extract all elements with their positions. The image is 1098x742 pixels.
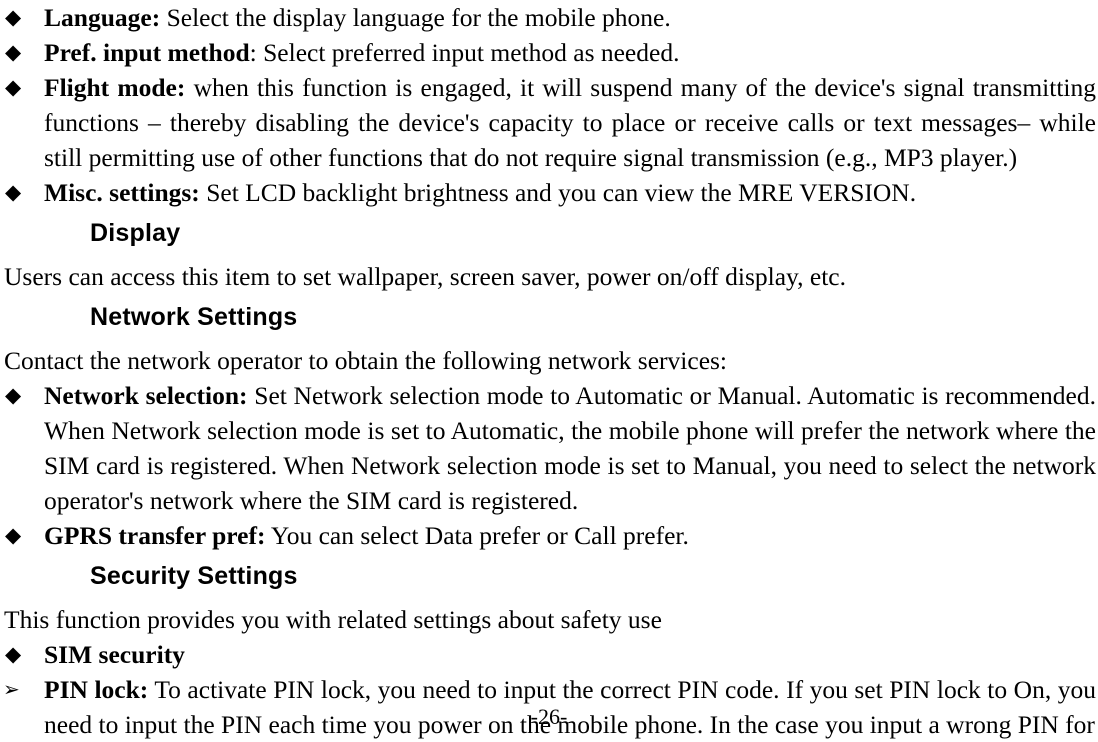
bullet-description: : Select preferred input method as neede… <box>249 38 680 67</box>
page-number-footer: -26- <box>530 704 568 729</box>
diamond-bullet-icon: ◆ <box>5 180 22 204</box>
section-heading: Network Settings <box>90 303 298 331</box>
bullet-term: Pref. input method <box>44 38 250 67</box>
bullet-item: ◆ SIM security <box>2 637 1096 672</box>
bullet-term: Network selection: <box>44 381 248 410</box>
bullet-item: ◆ Pref. input method: Select preferred in… <box>2 35 1096 70</box>
arrow-bullet-icon: ➢ <box>3 677 20 701</box>
diamond-bullet-icon: ◆ <box>5 642 22 666</box>
diamond-bullet-icon: ◆ <box>5 40 22 64</box>
diamond-bullet-icon: ◆ <box>5 75 22 99</box>
bullet-term: Misc. settings: <box>44 178 200 207</box>
bullet-description: Set LCD backlight brightness and you can… <box>199 178 917 207</box>
bullet-description: You can select Data prefer or Call prefe… <box>265 521 689 550</box>
bullet-item: ◆ Flight mode: when this function is enga… <box>2 70 1096 175</box>
bullet-item: ◆ Network selection: Set Network selectio… <box>2 378 1096 518</box>
section-heading: Display <box>90 219 181 247</box>
bullet-item: ◆ GPRS transfer pref: You can select Data… <box>2 518 1096 553</box>
bullet-term: Flight mode: <box>44 73 186 102</box>
section-heading: Security Settings <box>90 562 298 590</box>
bullet-item: ◆ Language: Select the display language f… <box>2 0 1096 35</box>
bullet-description: Select the display language for the mobi… <box>160 3 671 32</box>
bullet-term: GPRS transfer pref: <box>44 521 266 550</box>
page-content: ◆ Language: Select the display language f… <box>2 0 1096 742</box>
diamond-bullet-icon: ◆ <box>5 523 22 547</box>
document-page: ◆ Language: Select the display language f… <box>0 0 1098 739</box>
body-paragraph: Users can access this item to set wallpa… <box>4 262 846 291</box>
bullet-term: SIM security <box>44 640 185 669</box>
diamond-bullet-icon: ◆ <box>5 5 22 29</box>
bullet-term: Language: <box>44 3 161 32</box>
bullet-term: PIN lock: <box>44 675 149 704</box>
body-paragraph: Contact the network operator to obtain t… <box>4 346 728 375</box>
body-paragraph: This function provides you with related … <box>4 605 662 634</box>
bullet-description: when this function is engaged, it will s… <box>44 73 1097 172</box>
bullet-item: ◆ Misc. settings: Set LCD backlight brigh… <box>2 175 1096 210</box>
diamond-bullet-icon: ◆ <box>5 383 22 407</box>
